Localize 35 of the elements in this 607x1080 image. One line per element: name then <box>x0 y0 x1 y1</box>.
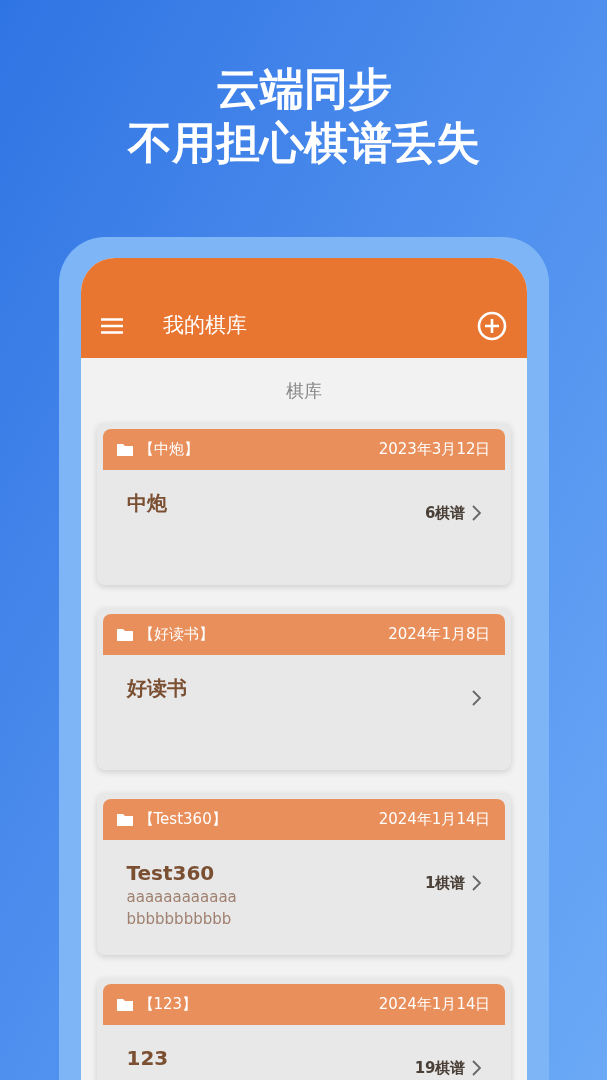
folder-name: 123 <box>126 1045 169 1071</box>
add-icon[interactable] <box>476 311 507 341</box>
folder-card[interactable]: 【Test360】 2024年1月14日 Test360 aaaaaaaaaaaa bbbbbbbbbbb 1棋谱 <box>96 793 511 955</box>
folder-icon <box>116 998 133 1011</box>
folder-card[interactable]: 【中炮】 2023年3月12日 中炮 6棋谱 <box>96 423 511 585</box>
folder-description: aaaaaaaaaaaa <box>126 887 237 908</box>
section-title: 棋库 <box>285 379 322 403</box>
folder-icon <box>116 628 133 641</box>
folder-card[interactable]: 【123】 2024年1月14日 123 19棋谱 <box>96 978 511 1080</box>
record-count: 6棋谱 <box>425 502 466 524</box>
folder-date: 2024年1月14日 <box>378 809 491 831</box>
chevron-right-icon <box>471 875 481 891</box>
folder-date: 2024年1月8日 <box>388 624 491 646</box>
folder-description: bbbbbbbbbbb <box>126 909 233 930</box>
folder-name: 中炮 <box>126 490 167 516</box>
chevron-right-icon <box>471 1060 481 1076</box>
folder-date: 2023年3月12日 <box>378 439 491 461</box>
record-count: 1棋谱 <box>425 872 466 894</box>
chevron-right-icon <box>471 690 481 706</box>
folder-name: 好读书 <box>126 675 187 701</box>
folder-tag: 【Test360】 <box>138 808 227 831</box>
folder-tag: 【中炮】 <box>138 438 199 461</box>
folder-date: 2024年1月14日 <box>378 994 491 1016</box>
folder-card[interactable]: 【好读书】 2024年1月8日 好读书 <box>96 608 511 770</box>
folder-icon <box>116 443 133 456</box>
record-count: 19棋谱 <box>414 1057 466 1079</box>
headline: 云端同步 <box>215 62 392 116</box>
app-bar-title: 我的棋库 <box>162 312 247 340</box>
folder-tag: 【123】 <box>138 993 198 1016</box>
folder-tag: 【好读书】 <box>138 623 214 646</box>
folder-name: Test360 <box>126 860 216 886</box>
headline: 不用担心棋谱丢失 <box>127 116 480 170</box>
folder-icon <box>116 813 133 826</box>
chevron-right-icon <box>471 505 481 521</box>
menu-icon[interactable] <box>100 318 123 334</box>
